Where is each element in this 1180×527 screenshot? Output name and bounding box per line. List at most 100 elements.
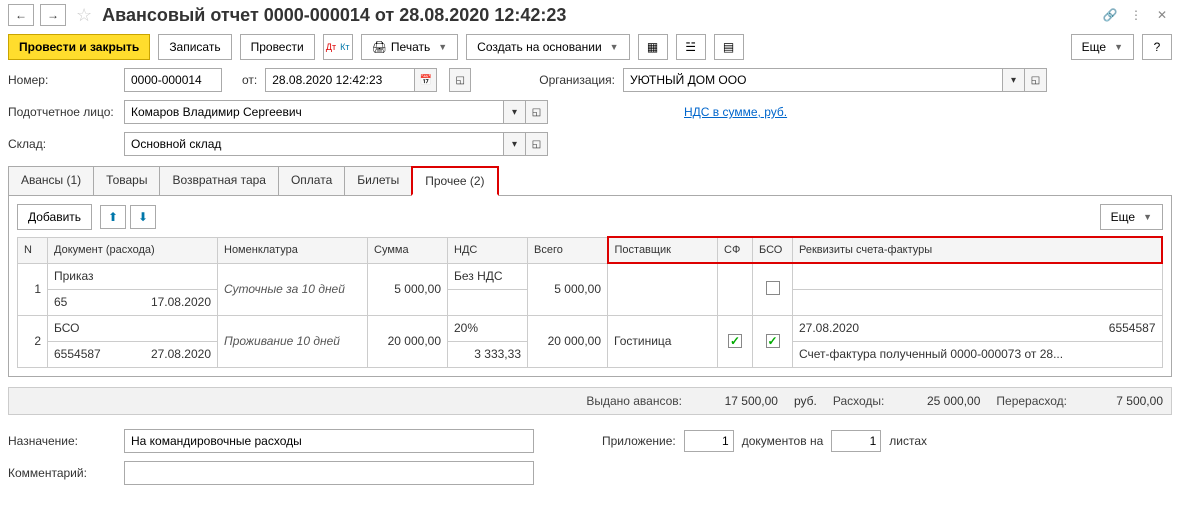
toolbar-icon-1[interactable]: ▦	[638, 34, 668, 60]
cell-bso[interactable]	[753, 263, 793, 315]
comment-label: Комментарий:	[8, 466, 116, 480]
warehouse-label: Склад:	[8, 137, 116, 151]
link-icon[interactable]: 🔗	[1100, 5, 1120, 25]
cell-bso[interactable]	[753, 315, 793, 367]
currency-label: руб.	[794, 394, 817, 408]
add-row-button[interactable]: Добавить	[17, 204, 92, 230]
th-nomen: Номенклатура	[218, 237, 368, 263]
th-invoice: Реквизиты счета-фактуры	[793, 237, 1163, 263]
cell-sf[interactable]	[718, 263, 753, 315]
cell-vat: 20%	[448, 315, 528, 341]
th-vat: НДС	[448, 237, 528, 263]
org-open-button[interactable]: ◱	[1025, 68, 1047, 92]
cell-supplier	[608, 263, 718, 315]
chevron-down-icon: ▼	[438, 42, 447, 52]
post-button[interactable]: Провести	[240, 34, 315, 60]
org-label: Организация:	[539, 73, 615, 87]
printer-icon: 🖨	[372, 40, 387, 54]
save-button[interactable]: Записать	[158, 34, 231, 60]
tab-more-button[interactable]: Еще▼	[1100, 204, 1163, 230]
person-label: Подотчетное лицо:	[8, 105, 116, 119]
org-dropdown-button[interactable]: ▾	[1003, 68, 1025, 92]
window-title: Авансовый отчет 0000-000014 от 28.08.202…	[102, 5, 1094, 26]
org-input[interactable]	[623, 68, 1003, 92]
purpose-input[interactable]	[124, 429, 534, 453]
purpose-label: Назначение:	[8, 434, 116, 448]
cell-vat-sub: 3 333,33	[448, 341, 528, 367]
table-row[interactable]: 1 Приказ Суточные за 10 дней 5 000,00 Бе…	[18, 263, 1163, 289]
number-input[interactable]	[124, 68, 222, 92]
nav-back-button[interactable]: ←	[8, 4, 34, 26]
tab-goods[interactable]: Товары	[93, 166, 160, 195]
attach-label: Приложение:	[602, 434, 676, 448]
expenses-total-value: 25 000,00	[900, 394, 980, 408]
attach-sheets-input[interactable]	[831, 430, 881, 452]
warehouse-input[interactable]	[124, 132, 504, 156]
cell-doc-sub: 655458727.08.2020	[48, 341, 218, 367]
tab-tickets[interactable]: Билеты	[344, 166, 412, 195]
cell-supplier: Гостиница	[608, 315, 718, 367]
tab-other[interactable]: Прочее (2)	[411, 166, 498, 196]
attach-end-label: листах	[889, 434, 927, 448]
cell-n: 1	[18, 263, 48, 315]
date-input[interactable]	[265, 68, 415, 92]
cell-sum: 5 000,00	[368, 263, 448, 315]
calendar-icon[interactable]: 📅	[415, 68, 437, 92]
over-total-label: Перерасход:	[996, 394, 1067, 408]
comment-input[interactable]	[124, 461, 534, 485]
cell-invoice	[793, 263, 1163, 289]
toolbar-icon-2[interactable]: ☱	[676, 34, 706, 60]
number-label: Номер:	[8, 73, 116, 87]
cell-doc: БСО	[48, 315, 218, 341]
vat-link[interactable]: НДС в сумме, руб.	[684, 105, 787, 119]
person-open-button[interactable]: ◱	[526, 100, 548, 124]
warehouse-dropdown-button[interactable]: ▾	[504, 132, 526, 156]
cell-nomen: Суточные за 10 дней	[218, 263, 368, 315]
move-up-button[interactable]: ⬆	[100, 205, 126, 229]
th-sum: Сумма	[368, 237, 448, 263]
create-based-on-button[interactable]: Создать на основании▼	[466, 34, 629, 60]
close-icon[interactable]: ✕	[1152, 5, 1172, 25]
attach-mid-label: документов на	[742, 434, 824, 448]
th-sf: СФ	[718, 237, 753, 263]
expenses-total-label: Расходы:	[833, 394, 885, 408]
dtkt-button[interactable]: ДтКт	[323, 34, 353, 60]
advances-total-value: 17 500,00	[698, 394, 778, 408]
tab-advances[interactable]: Авансы (1)	[8, 166, 94, 195]
table-row[interactable]: 2 БСО Проживание 10 дней 20 000,00 20% 2…	[18, 315, 1163, 341]
cell-sf[interactable]	[718, 315, 753, 367]
toolbar-icon-3[interactable]: ▤	[714, 34, 744, 60]
person-dropdown-button[interactable]: ▾	[504, 100, 526, 124]
cell-vat-sub	[448, 289, 528, 315]
print-button[interactable]: 🖨Печать▼	[361, 34, 458, 60]
over-total-value: 7 500,00	[1083, 394, 1163, 408]
post-and-close-button[interactable]: Провести и закрыть	[8, 34, 150, 60]
cell-n: 2	[18, 315, 48, 367]
favorite-star-icon[interactable]: ☆	[72, 5, 96, 26]
warehouse-open-button[interactable]: ◱	[526, 132, 548, 156]
th-total: Всего	[528, 237, 608, 263]
cell-invoice-sub: Счет-фактура полученный 0000-000073 от 2…	[793, 341, 1163, 367]
tab-payment[interactable]: Оплата	[278, 166, 345, 195]
th-supplier: Поставщик	[608, 237, 718, 263]
attach-docs-input[interactable]	[684, 430, 734, 452]
cell-invoice-sub	[793, 289, 1163, 315]
move-down-button[interactable]: ⬇	[130, 205, 156, 229]
cell-doc-sub: 6517.08.2020	[48, 289, 218, 315]
from-label: от:	[242, 73, 257, 87]
cell-doc: Приказ	[48, 263, 218, 289]
kebab-menu-icon[interactable]: ⋮	[1126, 5, 1146, 25]
tab-returnable[interactable]: Возвратная тара	[159, 166, 279, 195]
cell-sum: 20 000,00	[368, 315, 448, 367]
cell-total: 20 000,00	[528, 315, 608, 367]
cell-total: 5 000,00	[528, 263, 608, 315]
cell-vat: Без НДС	[448, 263, 528, 289]
advances-total-label: Выдано авансов:	[586, 394, 682, 408]
person-input[interactable]	[124, 100, 504, 124]
date-expand-button[interactable]: ◱	[449, 68, 471, 92]
more-button[interactable]: Еще▼	[1071, 34, 1134, 60]
nav-forward-button[interactable]: →	[40, 4, 66, 26]
help-button[interactable]: ?	[1142, 34, 1172, 60]
th-n: N	[18, 237, 48, 263]
th-bso: БСО	[753, 237, 793, 263]
